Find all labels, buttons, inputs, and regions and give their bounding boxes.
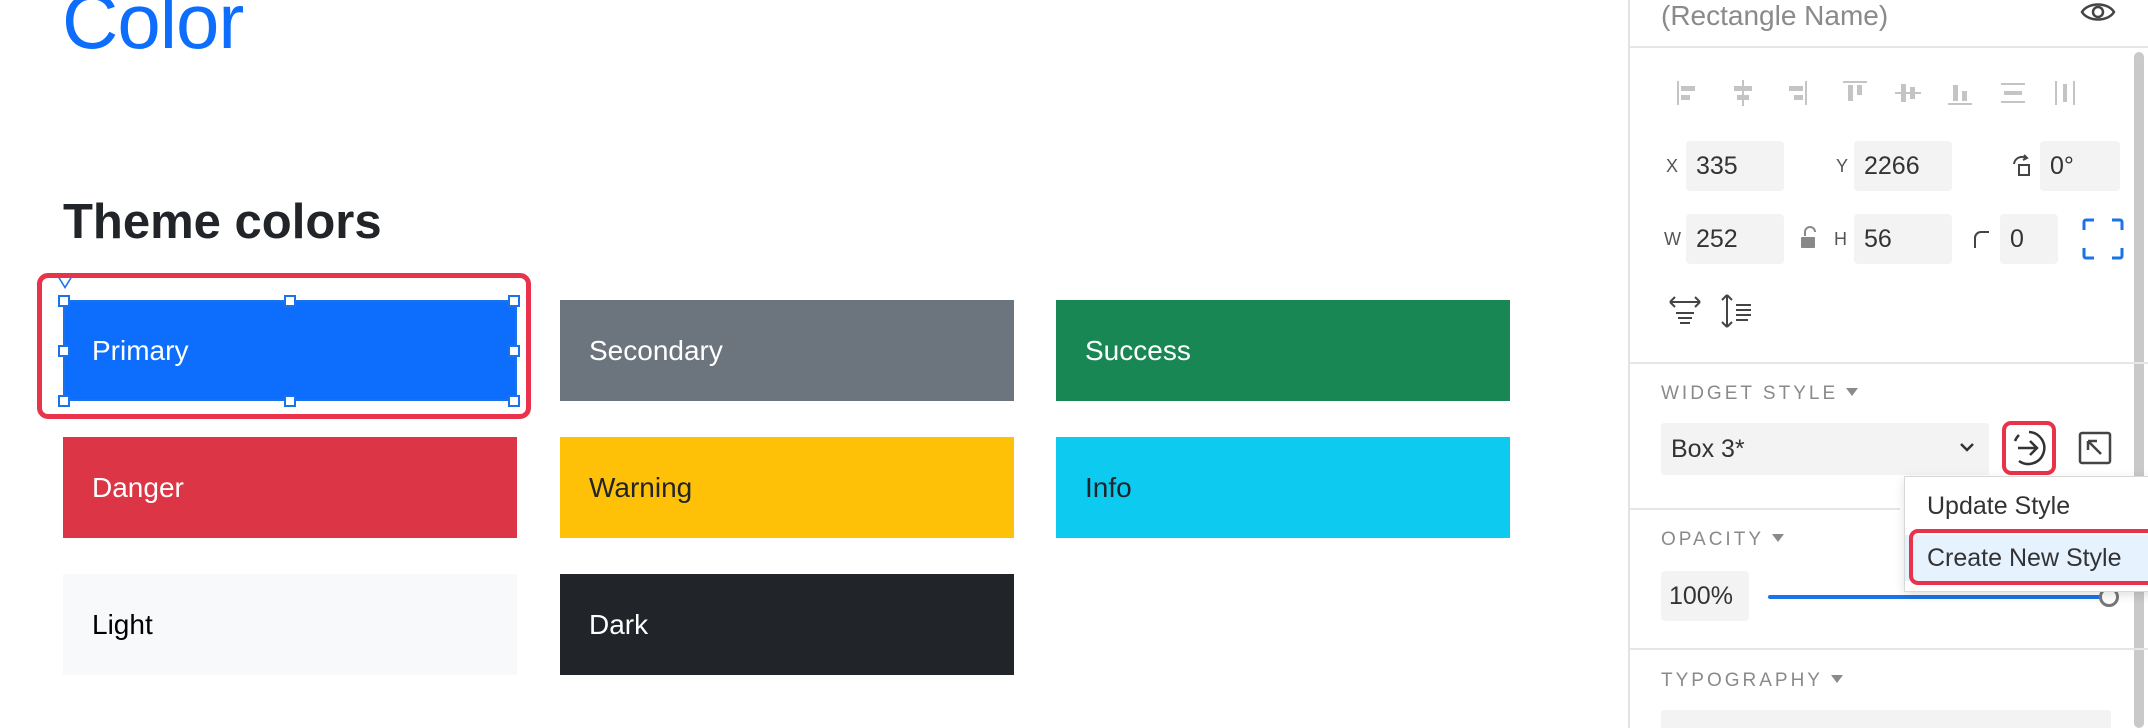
- distribute-horizontal-icon[interactable]: [1998, 78, 2028, 108]
- inspector-panel: (Rectangle Name) X 335 Y 2266 0° W 252 H…: [1628, 0, 2148, 728]
- w-label: W: [1664, 229, 1681, 249]
- widget-style-label: WIDGET STYLE: [1661, 383, 1859, 405]
- opacity-label: OPACITY: [1661, 529, 1784, 551]
- caret-down-icon[interactable]: [1772, 533, 1784, 542]
- anchor-marker-icon[interactable]: [57, 276, 73, 289]
- panel-scrollbar[interactable]: [2134, 52, 2144, 728]
- opacity-slider-track[interactable]: [1768, 595, 2110, 599]
- divider: [1630, 46, 2148, 48]
- divider: [1630, 648, 2148, 650]
- page-title: Color: [62, 0, 244, 65]
- corner-radius-field[interactable]: 0: [2000, 214, 2058, 264]
- align-middle-v-icon[interactable]: [1893, 78, 1923, 108]
- swatch-light[interactable]: Light: [63, 574, 517, 675]
- rotation-field[interactable]: 0°: [2040, 141, 2120, 191]
- align-top-icon[interactable]: [1840, 78, 1870, 108]
- swatch-dark[interactable]: Dark: [560, 574, 1014, 675]
- caret-down-icon[interactable]: [1830, 674, 1843, 683]
- swatch-label: Light: [92, 608, 153, 640]
- swatch-label: Info: [1085, 471, 1132, 503]
- widget-style-select[interactable]: Box 3*: [1661, 423, 1989, 475]
- create-style-button[interactable]: [2002, 421, 2056, 475]
- divider: [1630, 362, 2148, 364]
- auto-fit-width-icon[interactable]: [1667, 293, 1703, 329]
- swatch-label: Danger: [92, 471, 184, 503]
- design-canvas[interactable]: Color Theme colors Primary Secondary Suc…: [0, 0, 1628, 728]
- opacity-field[interactable]: 100%: [1661, 571, 1749, 621]
- widget-style-label-text: WIDGET STYLE: [1661, 383, 1839, 404]
- menu-item-update-style[interactable]: Update Style: [1905, 483, 2148, 529]
- detach-style-icon: [2078, 431, 2112, 465]
- swatch-secondary[interactable]: Secondary: [560, 300, 1014, 401]
- x-label: X: [1666, 156, 1679, 176]
- swatch-label: Dark: [589, 608, 649, 640]
- opacity-label-text: OPACITY: [1661, 529, 1764, 550]
- section-title: Theme colors: [63, 195, 382, 249]
- swatch-primary[interactable]: Primary: [63, 300, 517, 401]
- style-dropdown-menu: Update Style Create New Style: [1904, 476, 2148, 592]
- rotation-icon: [2010, 154, 2034, 178]
- y-field[interactable]: 2266: [1854, 141, 1952, 191]
- typography-label-text: TYPOGRAPHY: [1661, 670, 1823, 691]
- typography-label: TYPOGRAPHY: [1661, 670, 1843, 692]
- fit-to-content-icon[interactable]: [2082, 218, 2124, 260]
- swatch-label: Success: [1085, 334, 1191, 366]
- align-left-icon[interactable]: [1674, 78, 1704, 108]
- aspect-lock-icon[interactable]: [1798, 226, 1820, 250]
- swatch-warning[interactable]: Warning: [560, 437, 1014, 538]
- divider: [1630, 508, 1900, 510]
- swatch-label: Warning: [589, 471, 693, 503]
- widget-name-field[interactable]: (Rectangle Name): [1661, 0, 1888, 32]
- arrow-into-circle-icon: [2013, 430, 2046, 466]
- align-right-icon[interactable]: [1780, 78, 1810, 108]
- y-label: Y: [1836, 156, 1849, 176]
- corner-radius-icon: [1972, 229, 1992, 249]
- swatch-info[interactable]: Info: [1056, 437, 1510, 538]
- swatch-label: Secondary: [589, 334, 723, 366]
- caret-down-icon[interactable]: [1846, 387, 1859, 396]
- align-bottom-icon[interactable]: [1945, 78, 1975, 108]
- x-field[interactable]: 335: [1686, 141, 1784, 191]
- typography-style-select[interactable]: [1661, 710, 2111, 728]
- eye-icon[interactable]: [2080, 0, 2116, 24]
- swatch-danger[interactable]: Danger: [63, 437, 517, 538]
- h-label: H: [1834, 229, 1847, 249]
- width-field[interactable]: 252: [1686, 214, 1784, 264]
- chevron-down-icon: [1960, 443, 1974, 452]
- auto-fit-height-icon[interactable]: [1718, 293, 1754, 329]
- distribute-vertical-icon[interactable]: [2050, 78, 2080, 108]
- menu-item-create-new-style[interactable]: Create New Style: [1905, 535, 2148, 581]
- swatch-label: Primary: [92, 334, 189, 366]
- detach-style-button[interactable]: [2077, 430, 2113, 466]
- widget-style-value: Box 3*: [1671, 434, 1745, 463]
- height-field[interactable]: 56: [1854, 214, 1952, 264]
- swatch-success[interactable]: Success: [1056, 300, 1510, 401]
- align-center-h-icon[interactable]: [1728, 78, 1758, 108]
